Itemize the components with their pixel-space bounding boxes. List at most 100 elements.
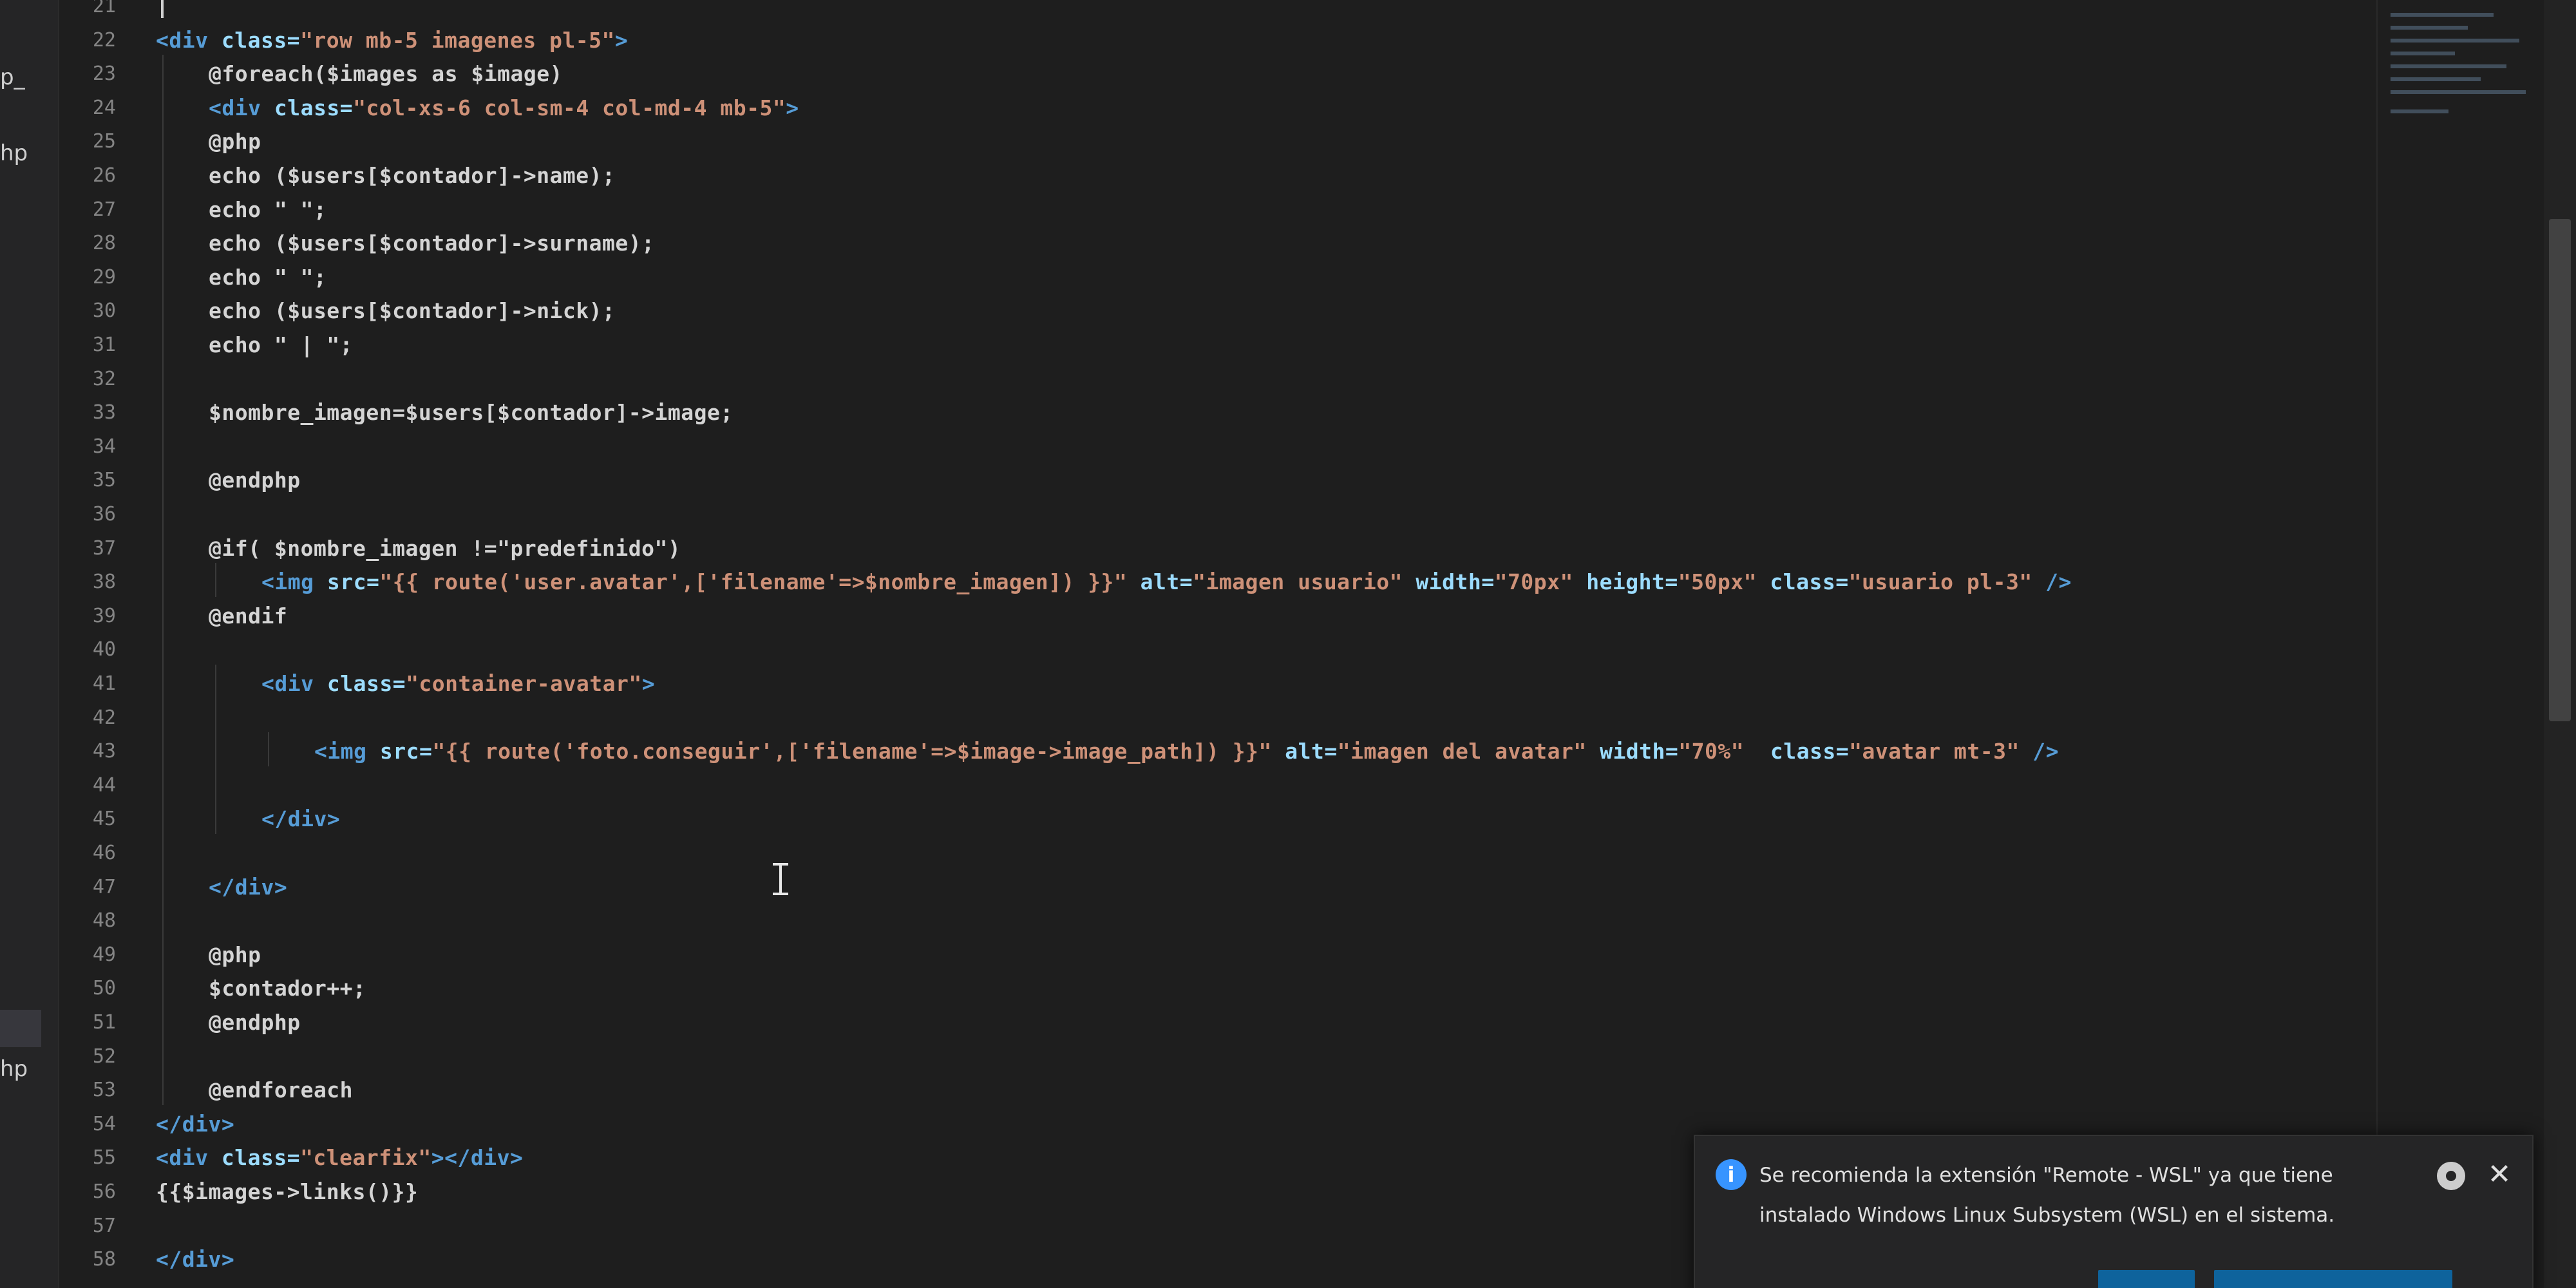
indent-guide — [162, 326, 164, 360]
code-line[interactable]: 48 — [58, 902, 2376, 940]
code-line[interactable]: 32 — [58, 359, 2376, 399]
minimap-stroke — [2391, 77, 2481, 81]
line-number: 31 — [92, 334, 116, 356]
indent-guide — [162, 665, 164, 699]
line-number: 55 — [92, 1146, 116, 1170]
code-line[interactable]: 37 @if( $nombre_imagen !="predefinido") — [58, 529, 2376, 568]
code-line[interactable]: 42 — [58, 698, 2376, 737]
indent-guide — [215, 563, 216, 597]
code-text: $contador++; — [209, 976, 366, 1001]
indent-guide — [162, 867, 164, 902]
vertical-scrollbar[interactable] — [2544, 0, 2576, 1288]
code-line[interactable]: 34 — [58, 427, 2376, 466]
code-text: @endforeach — [209, 1077, 354, 1103]
code-line[interactable]: 33 $nombre_imagen=$users[$contador]->imag… — [58, 393, 2376, 432]
line-number: 41 — [92, 672, 116, 695]
code-text: echo ($users[$contador]->nick); — [209, 298, 616, 324]
code-line[interactable]: 25 @php — [58, 122, 2376, 161]
code-text: </div> — [156, 1111, 235, 1137]
code-line[interactable]: 35 @endphp — [58, 461, 2376, 500]
line-number: 52 — [92, 1045, 116, 1068]
indent-guide — [162, 461, 164, 495]
line-number: 26 — [92, 164, 116, 187]
code-line[interactable]: 38 <img src="{{ route('user.avatar',['fil… — [58, 563, 2376, 601]
line-number: 34 — [92, 435, 116, 458]
code-line[interactable]: 26 echo ($users[$contador]->name); — [58, 156, 2376, 195]
line-number: 44 — [92, 773, 116, 797]
line-number: 48 — [92, 909, 116, 933]
line-number: 45 — [92, 808, 116, 831]
sidebar-file-fragment[interactable]: hp — [0, 1056, 28, 1082]
code-line[interactable]: 28 echo ($users[$contador]->surname); — [58, 224, 2376, 263]
code-line[interactable]: 46 — [58, 834, 2376, 873]
code-line[interactable]: 49 @php — [58, 935, 2376, 974]
code-line[interactable]: 45 </div> — [58, 800, 2376, 838]
minimap-stroke — [2391, 109, 2448, 113]
code-line[interactable]: 30 echo ($users[$contador]->nick); — [58, 292, 2376, 330]
indent-guide — [162, 1071, 164, 1105]
line-number: 29 — [92, 265, 116, 289]
code-line[interactable]: 39 @endif — [58, 596, 2376, 636]
code-line[interactable]: 22 <div class="row mb-5 imagenes pl-5"> — [58, 21, 2376, 60]
code-line[interactable]: 51 @endphp — [58, 1003, 2376, 1042]
line-number: 40 — [92, 638, 116, 661]
sidebar-file-fragment[interactable]: p_ — [0, 64, 25, 90]
code-line[interactable]: 36 — [58, 495, 2376, 534]
code-line[interactable]: 53 @endforeach — [58, 1071, 2376, 1110]
code-line[interactable]: 23 @foreach($images as $image) — [58, 55, 2376, 93]
gear-icon[interactable] — [2437, 1162, 2465, 1190]
scrollbar-thumb[interactable] — [2549, 219, 2571, 721]
indent-guide — [162, 529, 164, 564]
code-line[interactable]: 40 — [58, 630, 2376, 669]
line-number: 39 — [92, 604, 116, 627]
indent-guide — [162, 55, 164, 89]
line-number: 58 — [92, 1248, 116, 1271]
code-line[interactable]: 44 — [58, 766, 2376, 805]
indent-guide — [162, 834, 164, 868]
indent-guide — [162, 800, 164, 834]
line-number: 32 — [92, 367, 116, 390]
info-icon: i — [1716, 1159, 1747, 1190]
code-line[interactable]: 47 </div> — [58, 867, 2376, 907]
code-line[interactable]: 52 — [58, 1037, 2376, 1076]
code-line[interactable]: 50 $contador++; — [58, 969, 2376, 1008]
indent-guide — [162, 88, 164, 123]
indent-guide — [268, 732, 269, 766]
sidebar-file-fragment[interactable]: hp — [0, 140, 28, 166]
indent-guide — [162, 1037, 164, 1072]
minimap-stroke — [2391, 39, 2519, 43]
install-button[interactable] — [2098, 1270, 2195, 1288]
indent-guide — [162, 902, 164, 936]
code-line[interactable]: 27 echo " "; — [58, 190, 2376, 229]
code-line[interactable]: 24 <div class="col-xs-6 col-sm-4 col-md-4… — [58, 88, 2376, 128]
code-line[interactable]: 31 echo " | "; — [58, 326, 2376, 365]
line-number: 24 — [92, 96, 116, 119]
minimap[interactable] — [2376, 0, 2539, 1288]
line-number: 47 — [92, 875, 116, 898]
line-number: 56 — [92, 1180, 116, 1203]
code-line[interactable]: 41 <div class="container-avatar"> — [58, 665, 2376, 703]
explorer-sidebar[interactable]: p_ hp hp — [0, 0, 59, 1288]
line-number: 50 — [92, 977, 116, 1000]
code-line[interactable]: 43 <img src="{{ route('foto.conseguir',['… — [58, 732, 2376, 771]
line-number: 35 — [92, 469, 116, 492]
code-line[interactable]: 29 echo " "; — [58, 258, 2376, 297]
line-number: 28 — [92, 232, 116, 255]
close-icon[interactable]: ✕ — [2483, 1155, 2515, 1194]
indent-guide — [162, 156, 164, 191]
indent-guide — [215, 665, 216, 699]
code-text: </div> — [209, 874, 288, 900]
indent-guide — [162, 427, 164, 462]
code-text: @endphp — [209, 1010, 301, 1035]
code-text: $nombre_imagen=$users[$contador]->image; — [209, 400, 734, 426]
indent-guide — [215, 698, 216, 733]
sidebar-selected-item[interactable] — [0, 1010, 41, 1047]
line-number: 54 — [92, 1112, 116, 1135]
indent-guide — [162, 766, 164, 800]
code-text: @foreach($images as $image) — [209, 61, 563, 87]
code-area[interactable]: 21 22 <div class="row mb-5 imagenes pl-5">… — [58, 0, 2376, 1288]
show-recommendations-button[interactable] — [2214, 1270, 2452, 1288]
code-text: @if( $nombre_imagen !="predefinido") — [209, 535, 681, 561]
code-text: </div> — [156, 1247, 235, 1273]
line-number: 57 — [92, 1214, 116, 1237]
